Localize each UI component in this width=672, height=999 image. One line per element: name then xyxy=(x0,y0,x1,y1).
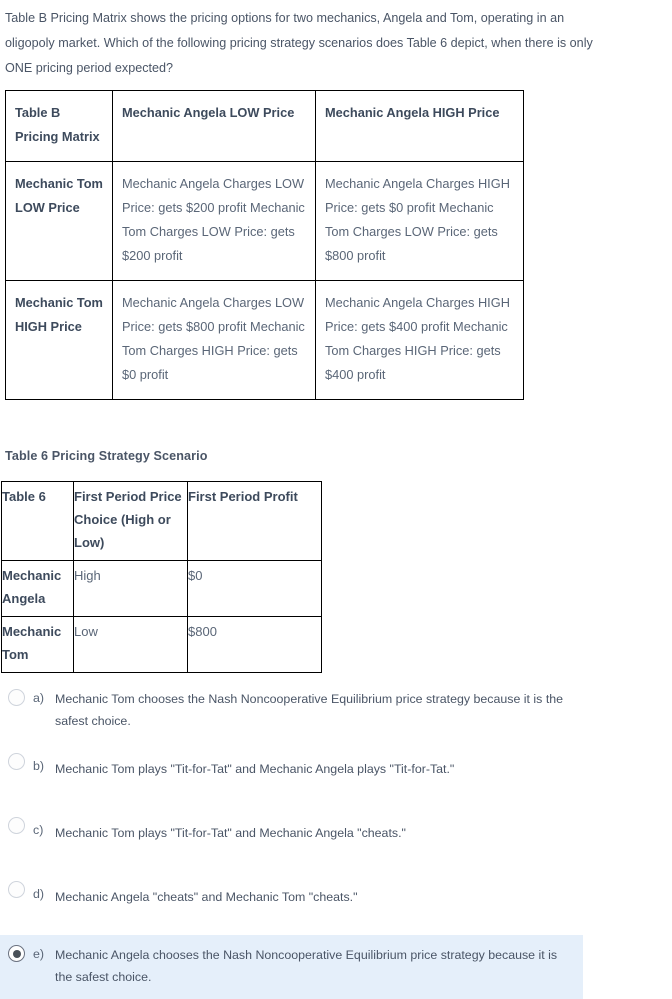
matrix-col-header-angela-high: Mechanic Angela HIGH Price xyxy=(315,90,524,162)
matrix-row-header-tom-high: Mechanic Tom HIGH Price xyxy=(5,280,113,400)
answer-letter-a: a) xyxy=(33,691,45,705)
answer-text-c: Mechanic Tom plays "Tit-for-Tat" and Mec… xyxy=(55,826,406,840)
table-row: Table 6 First Period Price Choice (High … xyxy=(1,481,322,561)
answer-letter-b: b) xyxy=(33,759,45,773)
answer-options-list: a) Mechanic Tom chooses the Nash Noncoop… xyxy=(0,679,672,999)
table6-container: Table 6 First Period Price Choice (High … xyxy=(1,481,322,673)
table-row: Mechanic Angela High $0 xyxy=(1,560,322,617)
table6-col-header-profit: First Period Profit xyxy=(187,481,322,561)
matrix-cell-high-low: Mechanic Angela Charges LOW Price: gets … xyxy=(112,280,316,400)
radio-button-e[interactable] xyxy=(8,945,25,962)
answer-option-c[interactable]: c) Mechanic Tom plays "Tit-for-Tat" and … xyxy=(0,807,672,871)
answer-letter-c: c) xyxy=(33,823,44,837)
answer-text-b: Mechanic Tom plays "Tit-for-Tat" and Mec… xyxy=(55,762,455,776)
answer-option-a[interactable]: a) Mechanic Tom chooses the Nash Noncoop… xyxy=(0,679,672,743)
table6-corner-label: Table 6 xyxy=(1,481,74,561)
answer-letter-e: e) xyxy=(33,947,45,961)
table-row: Mechanic Tom LOW Price Mechanic Angela C… xyxy=(5,161,524,281)
table6-row-header-tom: Mechanic Tom xyxy=(1,616,74,673)
radio-button-b[interactable] xyxy=(8,753,25,770)
question-page: Table B Pricing Matrix shows the pricing… xyxy=(0,0,672,999)
table-row: Mechanic Tom HIGH Price Mechanic Angela … xyxy=(5,280,524,400)
table6-cell-tom-profit: $800 xyxy=(187,616,322,673)
answer-option-b[interactable]: b) Mechanic Tom plays "Tit-for-Tat" and … xyxy=(0,743,672,807)
answer-option-d[interactable]: d) Mechanic Angela "cheats" and Mechanic… xyxy=(0,871,672,935)
table-row: Table B Pricing Matrix Mechanic Angela L… xyxy=(5,90,524,162)
table6-cell-angela-profit: $0 xyxy=(187,560,322,617)
radio-button-a[interactable] xyxy=(8,689,25,706)
radio-button-c[interactable] xyxy=(8,817,25,834)
radio-button-d[interactable] xyxy=(8,881,25,898)
answer-text-d: Mechanic Angela "cheats" and Mechanic To… xyxy=(55,890,358,904)
matrix-cell-high-high: Mechanic Angela Charges HIGH Price: gets… xyxy=(315,280,524,400)
table6-row-header-angela: Mechanic Angela xyxy=(1,560,74,617)
pricing-matrix-table: Table B Pricing Matrix Mechanic Angela L… xyxy=(5,90,524,400)
matrix-row-header-tom-low: Mechanic Tom LOW Price xyxy=(5,161,113,281)
table6-table: Table 6 First Period Price Choice (High … xyxy=(1,481,322,673)
matrix-col-header-angela-low: Mechanic Angela LOW Price xyxy=(112,90,316,162)
matrix-corner-label: Table B Pricing Matrix xyxy=(5,90,113,162)
table6-cell-tom-choice: Low xyxy=(73,616,188,673)
matrix-cell-low-low: Mechanic Angela Charges LOW Price: gets … xyxy=(112,161,316,281)
answer-option-e[interactable]: e) Mechanic Angela chooses the Nash Nonc… xyxy=(0,935,583,999)
table6-caption: Table 6 Pricing Strategy Scenario xyxy=(5,449,208,463)
answer-text-e: Mechanic Angela chooses the Nash Noncoop… xyxy=(55,948,558,984)
table6-cell-angela-choice: High xyxy=(73,560,188,617)
question-stem: Table B Pricing Matrix shows the pricing… xyxy=(5,11,593,75)
pricing-matrix-container: Table B Pricing Matrix Mechanic Angela L… xyxy=(5,90,524,400)
table6-col-header-price-choice: First Period Price Choice (High or Low) xyxy=(73,481,188,561)
matrix-cell-low-high: Mechanic Angela Charges HIGH Price: gets… xyxy=(315,161,524,281)
table-row: Mechanic Tom Low $800 xyxy=(1,616,322,673)
answer-letter-d: d) xyxy=(33,887,45,901)
answer-text-a: Mechanic Tom chooses the Nash Noncoopera… xyxy=(55,692,564,728)
